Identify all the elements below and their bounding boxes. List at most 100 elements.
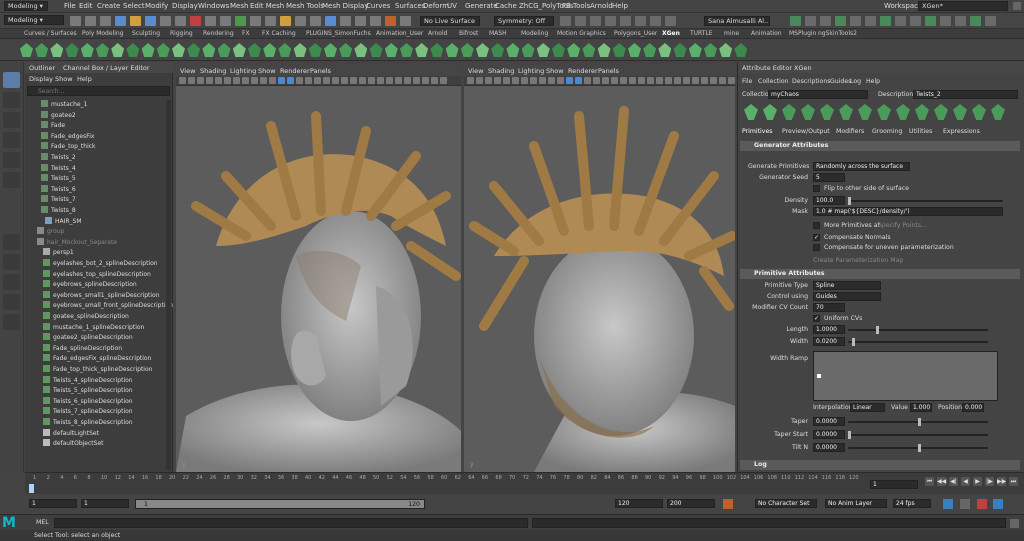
xgen-shelf-icon[interactable] xyxy=(719,43,733,57)
outliner-item[interactable]: persp1 xyxy=(27,248,165,259)
viewport-tool-icon[interactable] xyxy=(692,77,699,84)
viewport-tool-icon[interactable] xyxy=(611,77,618,84)
status-render-icon[interactable] xyxy=(575,16,586,26)
lasso-tool-icon[interactable] xyxy=(3,92,20,108)
status-panel-icon[interactable] xyxy=(805,16,816,26)
log-header[interactable]: Log xyxy=(740,460,1020,470)
mask-field[interactable]: 1.0 # map('${DESC}/density/') xyxy=(813,207,1003,216)
playback-button-0[interactable]: ⏮ xyxy=(925,477,934,486)
outliner-item[interactable]: eyelashes_bot_2_splineDescription xyxy=(27,259,165,270)
viewport-tool-icon[interactable] xyxy=(710,77,717,84)
xgen-shelf-icon[interactable] xyxy=(50,43,64,57)
xgen-shelf-icon[interactable] xyxy=(248,43,261,57)
menu-arnold[interactable]: Arnold xyxy=(590,2,613,10)
xgen-shelf-icon[interactable] xyxy=(643,43,657,57)
xgen-shelf-icon[interactable] xyxy=(80,43,94,57)
xgen-subtab-modifiers[interactable]: Modifiers xyxy=(836,128,864,135)
viewport-tool-icon[interactable] xyxy=(638,77,645,84)
xgen-shelf-icon[interactable] xyxy=(126,43,140,57)
viewport-menu-panels[interactable]: Panels xyxy=(598,67,619,75)
menu-edit-mesh[interactable]: Edit Mesh xyxy=(250,2,284,10)
viewport-menu-view[interactable]: View xyxy=(180,67,195,75)
auto-key-icon[interactable] xyxy=(723,499,733,509)
cv-count-field[interactable]: 70 xyxy=(813,303,845,312)
status-tool-icon[interactable] xyxy=(190,16,201,26)
menu-surfaces[interactable]: Surfaces xyxy=(395,2,425,10)
status-panel-icon[interactable] xyxy=(955,16,966,26)
shelf-tab-rigging[interactable]: Rigging xyxy=(170,30,193,37)
viewport-tool-icon[interactable] xyxy=(512,77,519,84)
viewport-tool-icon[interactable] xyxy=(683,77,690,84)
outliner-item[interactable]: Fade_edgesFix_splineDescription xyxy=(27,354,165,365)
mel-input[interactable] xyxy=(54,518,528,528)
shelf-tab-msplugin[interactable]: MSPlugin xyxy=(789,30,816,37)
shelf-tab-animation-user[interactable]: Animation_User xyxy=(376,30,423,37)
xgen-shelf-icon[interactable] xyxy=(369,43,383,57)
xgen-subtab-grooming[interactable]: Grooming xyxy=(872,128,902,135)
shelf-tab-mash[interactable]: MASH xyxy=(489,30,507,37)
xgen-shelf-icon[interactable] xyxy=(156,43,170,57)
sound-icon[interactable] xyxy=(960,499,970,509)
status-panel-icon[interactable] xyxy=(925,16,936,26)
viewport-tool-icon[interactable] xyxy=(323,77,330,84)
outliner-menu-show[interactable]: Show xyxy=(55,75,73,83)
status-tool-icon[interactable] xyxy=(295,16,306,26)
playback-button-7[interactable]: ⏭ xyxy=(1009,477,1018,486)
xgen-shelf-icon[interactable] xyxy=(658,43,672,57)
outliner-item[interactable]: goatee2_splineDescription xyxy=(27,333,165,344)
viewport-tool-icon[interactable] xyxy=(422,77,429,84)
status-render-icon[interactable] xyxy=(650,16,661,26)
viewport-menu-renderer[interactable]: Renderer xyxy=(280,67,310,75)
tab-outliner[interactable]: Outliner xyxy=(29,64,55,72)
time-slider[interactable]: 1 2 4 6 8 10 12 14 16 18 20 22 24 26 28 30 32 34 36 38 40 42 4… xyxy=(25,472,1024,494)
menu-mesh-tools[interactable]: Mesh Tools xyxy=(286,2,324,10)
xgen-shelf-icon[interactable] xyxy=(141,43,155,57)
viewport-menu-view[interactable]: View xyxy=(468,67,483,75)
viewport-tool-icon[interactable] xyxy=(305,77,312,84)
start-time-field[interactable]: 1 xyxy=(29,499,77,508)
xgen-shelf-icon[interactable] xyxy=(521,43,535,57)
paint-select-icon[interactable] xyxy=(3,112,20,128)
menu-cache[interactable]: Cache xyxy=(495,2,517,10)
menu-windows[interactable]: Windows xyxy=(198,2,229,10)
status-panel-icon[interactable] xyxy=(790,16,801,26)
xgen-shelf-icon[interactable] xyxy=(293,43,307,57)
viewport-tool-icon[interactable] xyxy=(377,77,384,84)
viewport-tool-icon[interactable] xyxy=(647,77,654,84)
xgen-shelf-icon[interactable] xyxy=(400,43,413,57)
menu-select[interactable]: Select xyxy=(123,2,145,10)
layout-four-icon[interactable] xyxy=(3,254,20,270)
status-panel-icon[interactable] xyxy=(880,16,891,26)
xgen-tool-icon[interactable] xyxy=(953,104,967,120)
xgen-shelf-icon[interactable] xyxy=(172,43,185,57)
status-render-icon[interactable] xyxy=(560,16,571,26)
xgen-tool-icon[interactable] xyxy=(858,104,872,120)
ramp-position-field[interactable]: 0.000 xyxy=(962,403,984,412)
workspace-dropdown[interactable]: XGen* xyxy=(918,1,1008,11)
xgen-shelf-icon[interactable] xyxy=(597,43,611,57)
outliner-item[interactable]: Twists_8 xyxy=(27,206,165,217)
viewport-tool-icon[interactable] xyxy=(440,77,447,84)
status-panel-icon[interactable] xyxy=(820,16,831,26)
shelf-tab-rendering[interactable]: Rendering xyxy=(203,30,234,37)
compensate-uneven-checkbox[interactable] xyxy=(813,244,820,251)
outliner-item[interactable]: Fade xyxy=(27,121,165,132)
outliner-item[interactable]: defaultObjectSet xyxy=(27,439,165,450)
length-field[interactable]: 1.0000 xyxy=(813,325,845,334)
viewport-tool-icon[interactable] xyxy=(251,77,258,84)
xgen-shelf-icon[interactable] xyxy=(734,43,748,57)
shelf-tab-modeling[interactable]: Modeling xyxy=(521,30,548,37)
viewport-tool-icon[interactable] xyxy=(260,77,267,84)
status-tool-icon[interactable] xyxy=(250,16,261,26)
shelf-tab-arnold[interactable]: Arnold xyxy=(428,30,447,37)
module-dropdown[interactable]: Modeling ▾ xyxy=(4,1,48,11)
viewport-menu-show[interactable]: Show xyxy=(546,67,564,75)
tab-channel-box[interactable]: Channel Box / Layer Editor xyxy=(63,64,150,72)
viewport-tool-icon[interactable] xyxy=(656,77,663,84)
viewport-tool-icon[interactable] xyxy=(521,77,528,84)
outliner-item[interactable]: mustache_1_splineDescription xyxy=(27,322,165,334)
outliner-item[interactable]: Twists_5 xyxy=(27,174,165,185)
xgen-tool-icon[interactable] xyxy=(877,104,891,120)
outliner-item[interactable]: goatee2 xyxy=(27,110,165,122)
outliner-item[interactable]: Twists_2 xyxy=(27,153,165,164)
